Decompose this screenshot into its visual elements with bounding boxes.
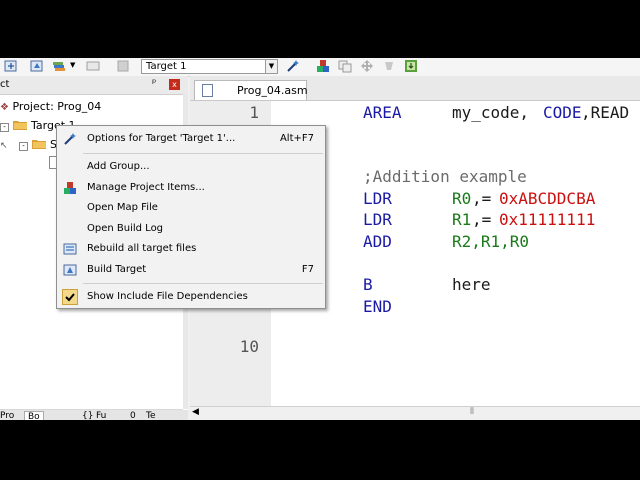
rebuild-icon xyxy=(63,243,77,255)
menu-separator xyxy=(83,153,323,154)
project-panel-title: ct xyxy=(0,79,10,90)
code-label: here xyxy=(452,275,491,294)
tab-label: Prog_04.asm xyxy=(237,84,308,97)
scroll-left-icon[interactable]: ◀ xyxy=(192,407,199,417)
build-icon xyxy=(63,264,77,276)
cursor-icon: ↖ xyxy=(0,141,8,151)
asm-file-icon xyxy=(202,84,213,97)
project-icon: ❖ xyxy=(0,102,9,113)
code-register: R1 xyxy=(452,210,472,229)
code-keyword: AREA xyxy=(363,103,402,122)
code-text: ,READ xyxy=(581,103,630,122)
ide-window: ▼ Target 1 ▼ ct ᵖ x ❖ Project: Prog_04 -… xyxy=(0,58,640,420)
manage-items-icon xyxy=(64,182,76,194)
manage-items-icon[interactable] xyxy=(316,59,330,73)
rebuild-icon[interactable] xyxy=(52,59,66,73)
code-opcode: ADD xyxy=(363,232,392,251)
code-register: R0 xyxy=(452,189,472,208)
tab-prog-04-asm[interactable]: Prog_04.asm xyxy=(194,80,308,100)
code-text: ,= xyxy=(472,210,492,229)
options-wand-icon xyxy=(64,133,76,145)
code-number: 0xABCDDCBA xyxy=(499,189,596,208)
line-number: 1 xyxy=(249,103,259,122)
menu-separator xyxy=(83,283,323,284)
chevron-down-icon[interactable]: ▼ xyxy=(265,60,277,73)
code-text: my_code, xyxy=(452,103,530,122)
tree-item-source-group[interactable]: ↖ - S xyxy=(0,138,57,151)
folder-icon xyxy=(12,121,27,130)
menu-item-label: Rebuild all target files xyxy=(87,243,197,254)
stop-build-icon[interactable] xyxy=(116,59,130,73)
project-panel-tabs: Pro Bo {} Fu 0 Te xyxy=(0,410,188,420)
code-editor[interactable]: AREA my_code, CODE ,READ ;Addition examp… xyxy=(271,101,640,406)
batch-build-icon[interactable] xyxy=(86,59,100,73)
menu-item-label: Options for Target 'Target 1'... xyxy=(87,133,236,144)
menu-item-build-target[interactable]: Build Target F7 xyxy=(58,260,324,280)
move-icon[interactable] xyxy=(360,59,374,73)
expand-icon[interactable]: - xyxy=(19,142,29,151)
target-context-menu: Options for Target 'Target 1'... Alt+F7 … xyxy=(56,125,326,309)
project-panel-header: ct ᵖ x xyxy=(0,76,188,95)
checkmark-icon xyxy=(65,293,75,302)
menu-item-label: Add Group... xyxy=(87,161,150,172)
menu-item-options-for-target[interactable]: Options for Target 'Target 1'... Alt+F7 xyxy=(58,129,324,149)
code-text: ,= xyxy=(472,189,492,208)
tab-functions-icon[interactable]: {} xyxy=(82,411,93,420)
folder-icon xyxy=(31,140,46,149)
target-select[interactable]: Target 1 ▼ xyxy=(141,59,278,74)
flash-icon[interactable] xyxy=(382,59,396,73)
menu-item-label: Show Include File Dependencies xyxy=(87,291,248,302)
menu-item-manage-project-items[interactable]: Manage Project Items... xyxy=(58,178,324,198)
code-comment: ;Addition example xyxy=(363,167,527,186)
scroll-grip-icon[interactable]: ⦀ xyxy=(470,407,474,417)
target-options-wand-icon[interactable] xyxy=(286,59,300,73)
copy-icon[interactable] xyxy=(338,59,352,73)
download-icon[interactable] xyxy=(404,59,418,73)
tree-item-project[interactable]: ❖ Project: Prog_04 xyxy=(0,100,101,113)
close-icon[interactable]: x xyxy=(169,79,180,90)
checked-indicator xyxy=(62,289,78,305)
menu-item-open-map-file[interactable]: Open Map File xyxy=(58,198,324,218)
line-number: 10 xyxy=(239,337,259,356)
menu-item-label: Manage Project Items... xyxy=(87,182,205,193)
tab-templates[interactable]: Te xyxy=(146,411,156,420)
tab-project[interactable]: Pro xyxy=(0,411,14,420)
chevron-down-icon[interactable]: ▼ xyxy=(70,61,75,69)
tab-templates-icon[interactable]: 0 xyxy=(130,411,136,420)
build-icon[interactable] xyxy=(30,59,44,73)
menu-item-shortcut: Alt+F7 xyxy=(279,133,314,144)
editor-tab-bar: Prog_04.asm xyxy=(190,76,640,101)
pin-icon[interactable]: ᵖ xyxy=(152,78,156,89)
menu-item-shortcut: F7 xyxy=(301,264,314,275)
menu-item-show-include-deps[interactable]: Show Include File Dependencies xyxy=(58,287,324,307)
menu-item-add-group[interactable]: Add Group... xyxy=(58,157,324,177)
code-opcode: LDR xyxy=(363,189,392,208)
code-number: 0x11111111 xyxy=(499,210,596,229)
tree-item-label: Project: Prog_04 xyxy=(12,100,102,113)
editor-hscroll[interactable]: ◀ ⦀ xyxy=(190,406,640,420)
build-toolbar: ▼ Target 1 ▼ xyxy=(0,58,640,77)
menu-item-label: Open Build Log xyxy=(87,223,164,234)
code-keyword: CODE xyxy=(543,103,582,122)
code-opcode: B xyxy=(363,275,373,294)
menu-item-rebuild-all[interactable]: Rebuild all target files xyxy=(58,239,324,259)
tab-functions[interactable]: Fu xyxy=(96,411,106,420)
expand-icon[interactable]: - xyxy=(0,123,9,132)
code-register: R2,R1,R0 xyxy=(452,232,530,251)
code-opcode: END xyxy=(363,297,392,316)
translate-icon[interactable] xyxy=(4,59,18,73)
code-opcode: LDR xyxy=(363,210,392,229)
menu-item-open-build-log[interactable]: Open Build Log xyxy=(58,219,324,239)
tab-books[interactable]: Bo xyxy=(24,411,44,420)
target-select-value: Target 1 xyxy=(146,61,187,72)
menu-item-label: Open Map File xyxy=(87,202,158,213)
menu-item-label: Build Target xyxy=(87,264,147,275)
